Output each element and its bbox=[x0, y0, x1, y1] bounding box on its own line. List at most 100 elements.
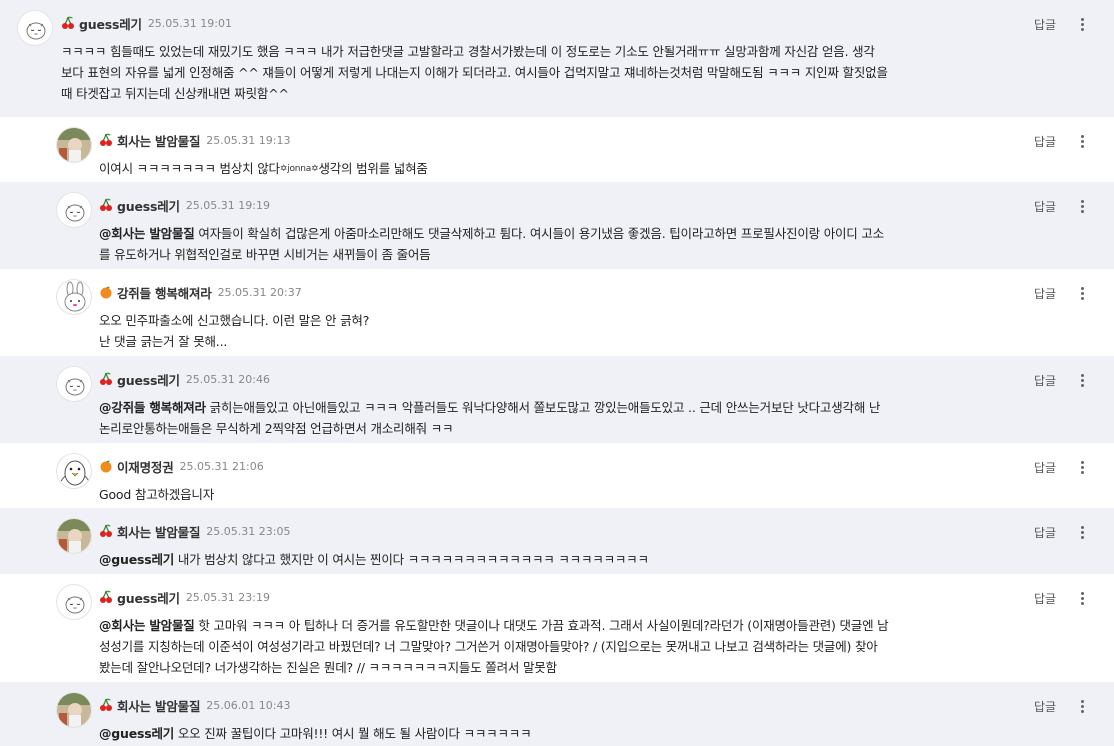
line-text: Good 참고하겠읍니자 bbox=[99, 487, 214, 502]
comment-meta: guess레기 25.05.31 19:01 bbox=[61, 14, 994, 33]
more-options-icon[interactable] bbox=[1076, 14, 1088, 34]
more-options-icon[interactable] bbox=[1076, 696, 1088, 716]
more-options-icon[interactable] bbox=[1076, 522, 1088, 542]
mention-link[interactable]: @회사는 발암물질 bbox=[99, 618, 195, 633]
author-nickname[interactable]: 강쥐들 행복해져라 bbox=[117, 283, 212, 302]
comment-text: @회사는 발암물질 여자들이 확실히 겁많은게 아줌마소리만해도 댓글삭제하고 … bbox=[99, 223, 994, 265]
reply-button[interactable]: 답글 bbox=[1034, 698, 1056, 715]
comment-meta: guess레기 25.05.31 20:46 bbox=[99, 370, 994, 389]
comment-body: guess레기 25.05.31 23:19 @회사는 발암물질 핫 고마워 ㅋㅋㅋ… bbox=[99, 574, 994, 678]
line-text: 여자들이 확실히 겁많은게 아줌마소리만해도 댓글삭제하고 튐다. 여시들이 용… bbox=[194, 226, 884, 241]
cherry-level-icon bbox=[100, 590, 112, 603]
comment-timestamp: 25.05.31 19:01 bbox=[147, 16, 232, 30]
line-text: 난 댓글 긁는거 잘 못해... bbox=[99, 334, 228, 349]
more-options-icon[interactable] bbox=[1076, 196, 1088, 216]
reply-button[interactable]: 답글 bbox=[1034, 16, 1056, 33]
cherry-level-icon bbox=[100, 524, 112, 537]
cherry-level-icon bbox=[100, 198, 112, 211]
mention-link[interactable]: @회사는 발암물질 bbox=[99, 226, 195, 241]
comment-line: 를 유도하거나 위협적인걸로 바꾸면 시비거는 새뀌들이 좀 줄어듬 bbox=[99, 244, 994, 265]
author-nickname[interactable]: guess레기 bbox=[117, 196, 180, 215]
reply-comment: 이재명정권 25.05.31 21:06 Good 참고하겠읍니자 답글 bbox=[0, 443, 1114, 508]
author-nickname[interactable]: guess레기 bbox=[117, 370, 180, 389]
comment-line: 이여시 ㅋㅋㅋㅋㅋㅋㅋ 범상치 않다 ✡jonna✡ 생각의 범위를 넓혀줌 bbox=[99, 158, 994, 180]
line-text: 보다 표현의 자유를 넓게 인정해줌 ^^ 쟤들이 어떻게 저렇게 나대는지 이… bbox=[61, 65, 888, 80]
reply-button[interactable]: 답글 bbox=[1034, 459, 1056, 476]
comment-body: 회사는 발암물질 25.05.31 23:05 @guess레기 내가 범상치 않다… bbox=[99, 508, 994, 570]
comment-line: 봤는데 잘안나오던데? 너가생각하는 진실은 뭔데? // ㅋㅋㅋㅋㅋㅋㅋ지들도… bbox=[99, 657, 994, 678]
comment: guess레기 25.05.31 19:01 ㅋㅋㅋㅋ 힘들때도 있었는데 재밌기도… bbox=[0, 0, 1114, 117]
comment-line: 논리로안통하는애들은 무식하게 2찍약점 언급하면서 개소리해줘 ㅋㅋ bbox=[99, 418, 994, 439]
line-text: ㅋㅋㅋㅋ 힘들때도 있었는데 재밌기도 했음 ㅋㅋㅋ 내가 저급한댓글 고발할라… bbox=[61, 44, 875, 59]
reply-button[interactable]: 답글 bbox=[1034, 133, 1056, 150]
more-options-icon[interactable] bbox=[1076, 457, 1088, 477]
comment-meta: 회사는 발암물질 25.06.01 10:43 bbox=[99, 696, 994, 715]
comment-meta: 이재명정권 25.05.31 21:06 bbox=[99, 457, 994, 476]
reply-button[interactable]: 답글 bbox=[1034, 285, 1056, 302]
comment-body: guess레기 25.05.31 20:46 @강쥐들 행복해져라 긁히는애들있고 … bbox=[99, 356, 994, 439]
comment-body: 이재명정권 25.05.31 21:06 Good 참고하겠읍니자 bbox=[99, 443, 994, 505]
comment-line: @회사는 발암물질 핫 고마워 ㅋㅋㅋ 아 팁하나 더 증거를 유도할만한 댓글… bbox=[99, 615, 994, 636]
comment-line: @강쥐들 행복해져라 긁히는애들있고 아닌애들있고 ㅋㅋㅋ 악플러들도 워낙다양… bbox=[99, 397, 994, 418]
comment-timestamp: 25.05.31 19:13 bbox=[206, 133, 291, 147]
avatar[interactable] bbox=[17, 10, 53, 46]
comment-body: 강쥐들 행복해져라 25.05.31 20:37 오오 민주파출소에 신고했습니다.… bbox=[99, 269, 994, 352]
reply-button[interactable]: 답글 bbox=[1034, 198, 1056, 215]
reply-comment: 회사는 발암물질 25.06.01 10:43 @guess레기 오오 진짜 꿀팁이… bbox=[0, 682, 1114, 746]
comment-body: guess레기 25.05.31 19:01 ㅋㅋㅋㅋ 힘들때도 있었는데 재밌기도… bbox=[61, 0, 994, 104]
mention-link[interactable]: @guess레기 bbox=[99, 726, 174, 741]
comment-text: Good 참고하겠읍니자 bbox=[99, 484, 994, 505]
comment-timestamp: 25.05.31 23:05 bbox=[206, 524, 291, 538]
reply-comment: guess레기 25.05.31 23:19 @회사는 발암물질 핫 고마워 ㅋㅋㅋ… bbox=[0, 574, 1114, 682]
author-nickname[interactable]: guess레기 bbox=[117, 588, 180, 607]
comment-meta: 회사는 발암물질 25.05.31 23:05 bbox=[99, 522, 994, 541]
comment-timestamp: 25.05.31 20:37 bbox=[217, 285, 302, 299]
comment-line: ㅋㅋㅋㅋ 힘들때도 있었는데 재밌기도 했음 ㅋㅋㅋ 내가 저급한댓글 고발할라… bbox=[61, 41, 994, 62]
author-nickname[interactable]: 이재명정권 bbox=[117, 457, 174, 476]
avatar[interactable] bbox=[56, 279, 92, 315]
more-options-icon[interactable] bbox=[1076, 131, 1088, 151]
avatar[interactable] bbox=[56, 453, 92, 489]
comment-timestamp: 25.05.31 19:19 bbox=[185, 198, 270, 212]
reply-comment: 회사는 발암물질 25.05.31 23:05 @guess레기 내가 범상치 않다… bbox=[0, 508, 1114, 574]
avatar[interactable] bbox=[56, 127, 92, 163]
more-options-icon[interactable] bbox=[1076, 588, 1088, 608]
author-nickname[interactable]: 회사는 발암물질 bbox=[117, 522, 200, 541]
author-nickname[interactable]: 회사는 발암물질 bbox=[117, 696, 200, 715]
line-text: 생각의 범위를 넓혀줌 bbox=[318, 161, 428, 176]
comment-timestamp: 25.05.31 23:19 bbox=[185, 590, 270, 604]
comment-line: Good 참고하겠읍니자 bbox=[99, 484, 994, 505]
reply-comment: guess레기 25.05.31 20:46 @강쥐들 행복해져라 긁히는애들있고 … bbox=[0, 356, 1114, 443]
reply-button[interactable]: 답글 bbox=[1034, 590, 1056, 607]
reply-comment: 강쥐들 행복해져라 25.05.31 20:37 오오 민주파출소에 신고했습니다.… bbox=[0, 269, 1114, 356]
reply-button[interactable]: 답글 bbox=[1034, 372, 1056, 389]
avatar[interactable] bbox=[56, 192, 92, 228]
line-text: 핫 고마워 ㅋㅋㅋ 아 팁하나 더 증거를 유도할만한 댓글이나 대댓도 가끔 … bbox=[194, 618, 889, 633]
comment-text: ㅋㅋㅋㅋ 힘들때도 있었는데 재밌기도 했음 ㅋㅋㅋ 내가 저급한댓글 고발할라… bbox=[61, 41, 994, 104]
comment-timestamp: 25.05.31 20:46 bbox=[185, 372, 270, 386]
avatar[interactable] bbox=[56, 584, 92, 620]
reply-comment: guess레기 25.05.31 19:19 @회사는 발암물질 여자들이 확실히 … bbox=[0, 182, 1114, 269]
comment-meta: guess레기 25.05.31 19:19 bbox=[99, 196, 994, 215]
line-text: 오오 진짜 꿀팁이다 고마워!!! 여시 뭘 해도 될 사람이다 ㅋㅋㅋㅋㅋㅋ bbox=[174, 726, 532, 741]
author-nickname[interactable]: guess레기 bbox=[79, 14, 142, 33]
avatar[interactable] bbox=[56, 692, 92, 728]
mention-link[interactable]: @강쥐들 행복해져라 bbox=[99, 400, 206, 415]
comment-line: 때 타겟잡고 뒤지는데 신상캐내면 짜릿함^^ bbox=[61, 83, 994, 104]
line-text: 이여시 ㅋㅋㅋㅋㅋㅋㅋ 범상치 않다 bbox=[99, 161, 280, 176]
emoticon-label: jonna bbox=[287, 164, 312, 174]
more-options-icon[interactable] bbox=[1076, 370, 1088, 390]
comment-text: 오오 민주파출소에 신고했습니다. 이런 말은 안 긁혀? 난 댓글 긁는거 잘 … bbox=[99, 310, 994, 352]
avatar[interactable] bbox=[56, 366, 92, 402]
comment-timestamp: 25.05.31 21:06 bbox=[179, 459, 264, 473]
author-nickname[interactable]: 회사는 발암물질 bbox=[117, 131, 200, 150]
comment-text: 이여시 ㅋㅋㅋㅋㅋㅋㅋ 범상치 않다 ✡jonna✡ 생각의 범위를 넓혀줌 bbox=[99, 158, 994, 180]
cherry-level-icon bbox=[100, 372, 112, 385]
star-emoticon-icon: ✡jonna✡ bbox=[279, 164, 319, 174]
reply-button[interactable]: 답글 bbox=[1034, 524, 1056, 541]
line-text: 봤는데 잘안나오던데? 너가생각하는 진실은 뭔데? // ㅋㅋㅋㅋㅋㅋㅋ지들도… bbox=[99, 660, 557, 675]
more-options-icon[interactable] bbox=[1076, 283, 1088, 303]
mention-link[interactable]: @guess레기 bbox=[99, 552, 174, 567]
avatar[interactable] bbox=[56, 518, 92, 554]
orange-level-icon bbox=[100, 286, 112, 299]
